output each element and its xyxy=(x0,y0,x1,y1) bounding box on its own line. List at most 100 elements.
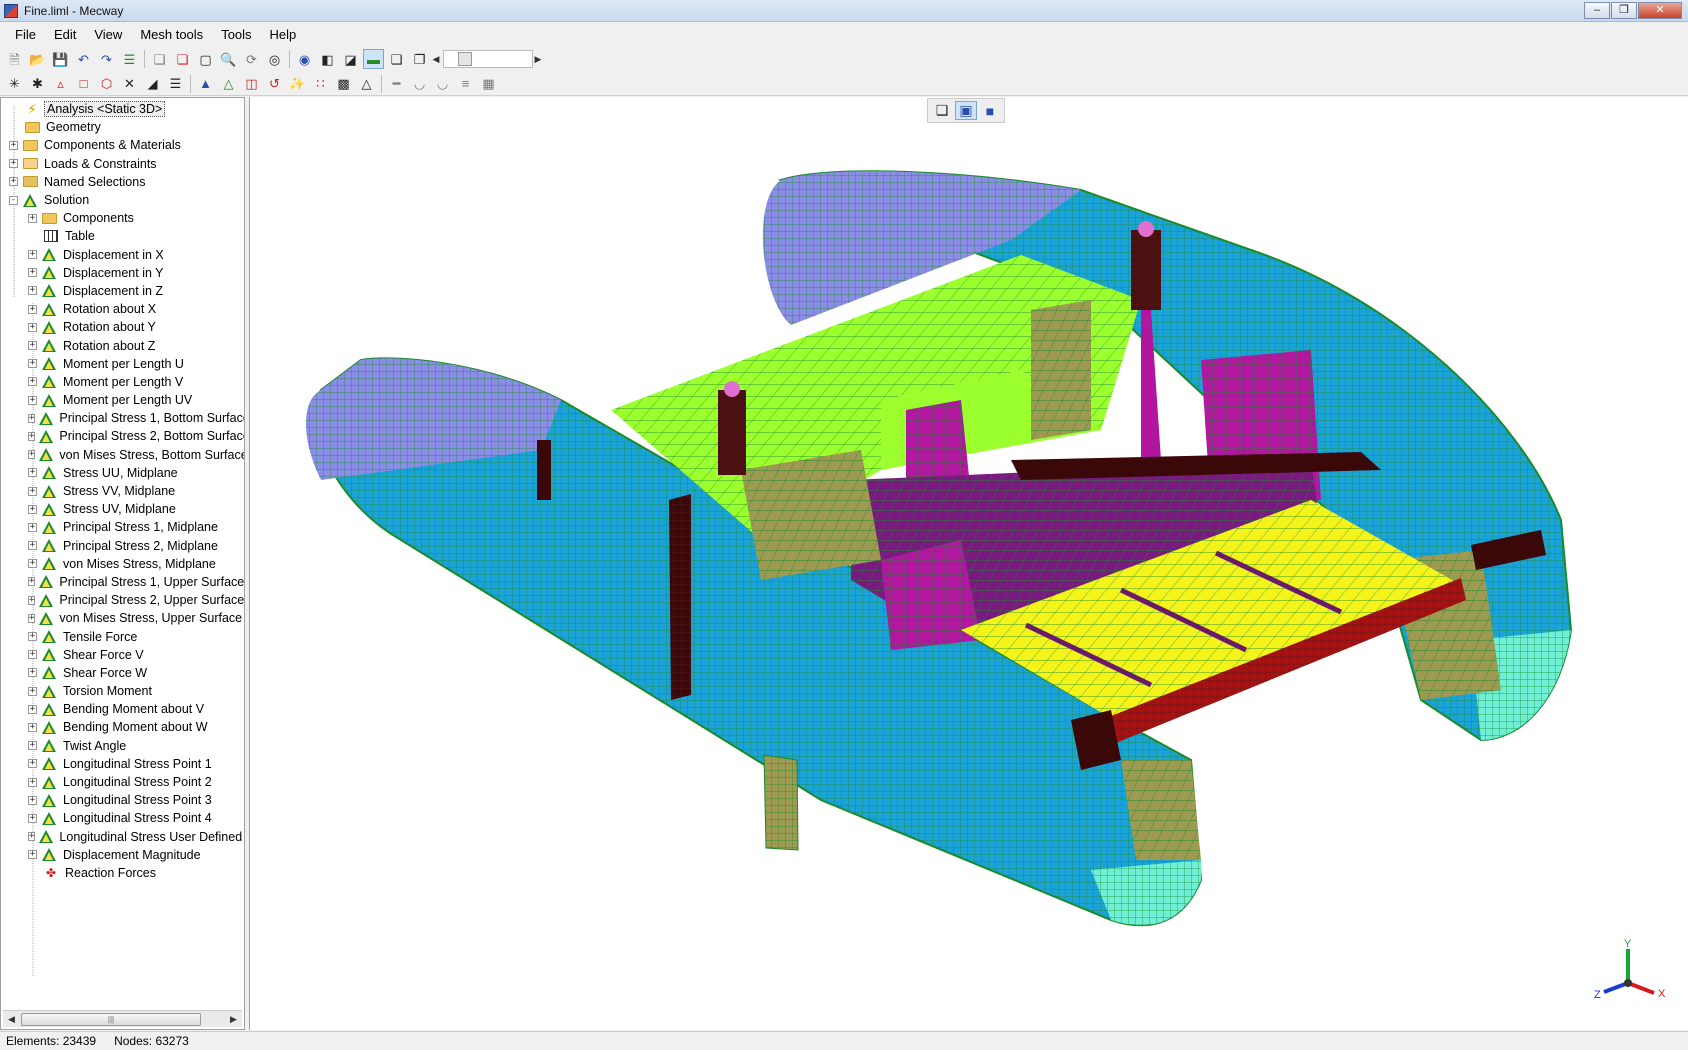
expand-icon[interactable]: + xyxy=(28,395,37,405)
expand-icon[interactable]: + xyxy=(28,504,37,514)
merge-nodes-icon[interactable]: ✨ xyxy=(287,74,308,94)
expand-icon[interactable]: + xyxy=(28,613,36,623)
expand-icon[interactable]: + xyxy=(28,431,36,441)
tree-item[interactable]: + Principal Stress 1, Bottom Surface xyxy=(1,409,244,427)
expand-icon[interactable]: + xyxy=(28,268,37,278)
wireframe-view-icon[interactable]: ❏ xyxy=(931,101,953,120)
tree-item[interactable]: + Displacement in Y xyxy=(1,264,244,282)
3d-viewport[interactable]: Y X Z xyxy=(249,97,1688,1030)
tree-item[interactable]: + Rotation about Z xyxy=(1,336,244,354)
expand-icon[interactable]: + xyxy=(28,704,37,714)
tree-item[interactable]: + Stress VV, Midplane xyxy=(1,482,244,500)
menu-file[interactable]: File xyxy=(6,27,45,42)
expand-icon[interactable]: + xyxy=(28,450,36,460)
tree-item[interactable]: + Named Selections xyxy=(1,173,244,191)
tree-item[interactable]: + Moment per Length U xyxy=(1,355,244,373)
expand-icon[interactable]: + xyxy=(28,541,37,551)
expand-icon[interactable]: + xyxy=(28,341,37,351)
expand-icon[interactable]: + xyxy=(28,413,36,423)
shaded-edges-view-icon[interactable]: ▣ xyxy=(955,101,977,120)
new-file-icon[interactable]: 🗎 xyxy=(4,49,25,69)
tree-item[interactable]: + Longitudinal Stress User Defined xyxy=(1,828,244,846)
mesh-extrude-icon[interactable]: ◫ xyxy=(241,74,262,94)
redo-icon[interactable]: ↷ xyxy=(96,49,117,69)
tree-item[interactable]: + Bending Moment about W xyxy=(1,718,244,736)
tree-item[interactable]: + Stress UU, Midplane xyxy=(1,464,244,482)
expand-icon[interactable]: + xyxy=(28,795,37,805)
view-front-icon[interactable]: ❏ xyxy=(149,49,170,69)
zoom-icon[interactable]: 🔍 xyxy=(218,49,239,69)
deselect-icon[interactable]: ✕ xyxy=(119,74,140,94)
mesh-element-icon[interactable]: ▩ xyxy=(333,74,354,94)
wireframe-cube-icon[interactable]: ❏ xyxy=(386,49,407,69)
collapse-icon[interactable]: - xyxy=(9,195,18,205)
expand-icon[interactable]: + xyxy=(9,177,18,187)
expand-icon[interactable]: + xyxy=(28,850,37,860)
expand-icon[interactable]: + xyxy=(28,650,37,660)
tree-item[interactable]: + Torsion Moment xyxy=(1,682,244,700)
tree-item[interactable]: + Twist Angle xyxy=(1,737,244,755)
align-tool-icon[interactable]: ≡ xyxy=(455,74,476,94)
tree-item[interactable]: + von Mises Stress, Midplane xyxy=(1,555,244,573)
slider-left-arrow-icon[interactable]: ◀ xyxy=(431,54,441,65)
expand-icon[interactable]: + xyxy=(28,559,37,569)
menu-tools[interactable]: Tools xyxy=(212,27,260,42)
scroll-right-arrow-icon[interactable]: ▶ xyxy=(225,1011,242,1028)
tree-item[interactable]: + Longitudinal Stress Point 2 xyxy=(1,773,244,791)
tree-item[interactable]: + Components xyxy=(1,209,244,227)
undo-icon[interactable]: ↶ xyxy=(73,49,94,69)
tree-item[interactable]: + Components & Materials xyxy=(1,136,244,154)
tree-item[interactable]: + von Mises Stress, Bottom Surface xyxy=(1,446,244,464)
expand-icon[interactable]: + xyxy=(28,686,37,696)
close-button[interactable]: ✕ xyxy=(1638,2,1682,19)
tree-item[interactable]: + Principal Stress 2, Upper Surface xyxy=(1,591,244,609)
zoom-region-icon[interactable]: ◎ xyxy=(264,49,285,69)
tree-item[interactable]: + Shear Force W xyxy=(1,664,244,682)
tree-item[interactable]: + Principal Stress 1, Upper Surface xyxy=(1,573,244,591)
tree-item[interactable]: + Rotation about X xyxy=(1,300,244,318)
tree-item[interactable]: Table xyxy=(1,227,244,245)
solve-icon[interactable]: ☰ xyxy=(119,49,140,69)
view-iso-icon[interactable]: ❏ xyxy=(172,49,193,69)
scroll-left-arrow-icon[interactable]: ◀ xyxy=(3,1011,20,1028)
select-elements-icon[interactable]: ✱ xyxy=(27,74,48,94)
slider-thumb[interactable] xyxy=(458,52,472,66)
expand-icon[interactable]: + xyxy=(28,668,37,678)
tree-item[interactable]: + Longitudinal Stress Point 3 xyxy=(1,791,244,809)
expand-icon[interactable]: + xyxy=(28,741,37,751)
tree-item[interactable]: + Longitudinal Stress Point 4 xyxy=(1,809,244,827)
tree-item[interactable]: + Principal Stress 2, Midplane xyxy=(1,537,244,555)
slider-right-arrow-icon[interactable]: ▶ xyxy=(533,54,543,65)
expand-icon[interactable]: + xyxy=(28,577,36,587)
tree-horizontal-scrollbar[interactable]: ◀ ||| ▶ xyxy=(3,1010,242,1027)
expand-icon[interactable]: + xyxy=(28,213,37,223)
expand-icon[interactable]: + xyxy=(28,468,37,478)
select-faces-icon[interactable]: ◢ xyxy=(142,74,163,94)
tree-item[interactable]: + von Mises Stress, Upper Surface xyxy=(1,609,244,627)
tree-item[interactable]: + Shear Force V xyxy=(1,646,244,664)
tree-item[interactable]: + Tensile Force xyxy=(1,627,244,645)
tree-item[interactable]: Geometry xyxy=(1,118,244,136)
select-nodes-icon[interactable]: ✳ xyxy=(4,74,25,94)
tree-item[interactable]: + Longitudinal Stress Point 1 xyxy=(1,755,244,773)
transparency-slider[interactable] xyxy=(443,50,533,68)
mesh-refine-icon[interactable]: △ xyxy=(218,74,239,94)
open-folder-icon[interactable]: 📂 xyxy=(27,49,48,69)
shaded-surface-icon[interactable]: ▬ xyxy=(363,49,384,69)
mesh-model[interactable] xyxy=(250,97,1688,1030)
expand-icon[interactable]: + xyxy=(28,522,37,532)
expand-icon[interactable]: + xyxy=(28,250,37,260)
tree-item[interactable]: + Loads & Constraints xyxy=(1,155,244,173)
expand-icon[interactable]: + xyxy=(28,377,37,387)
tree-item[interactable]: + Displacement in Z xyxy=(1,282,244,300)
expand-icon[interactable]: + xyxy=(28,359,37,369)
zoom-fit-icon[interactable]: ▢ xyxy=(195,49,216,69)
split-icon[interactable]: ∷ xyxy=(310,74,331,94)
rotate-icon[interactable]: ⟳ xyxy=(241,49,262,69)
expand-icon[interactable]: + xyxy=(28,304,37,314)
expand-icon[interactable]: + xyxy=(28,722,37,732)
grid-tool-icon[interactable]: ▦ xyxy=(478,74,499,94)
expand-icon[interactable]: + xyxy=(28,632,37,642)
tree-item[interactable]: + Stress UV, Midplane xyxy=(1,500,244,518)
tree-item[interactable]: + Principal Stress 2, Bottom Surface xyxy=(1,427,244,445)
